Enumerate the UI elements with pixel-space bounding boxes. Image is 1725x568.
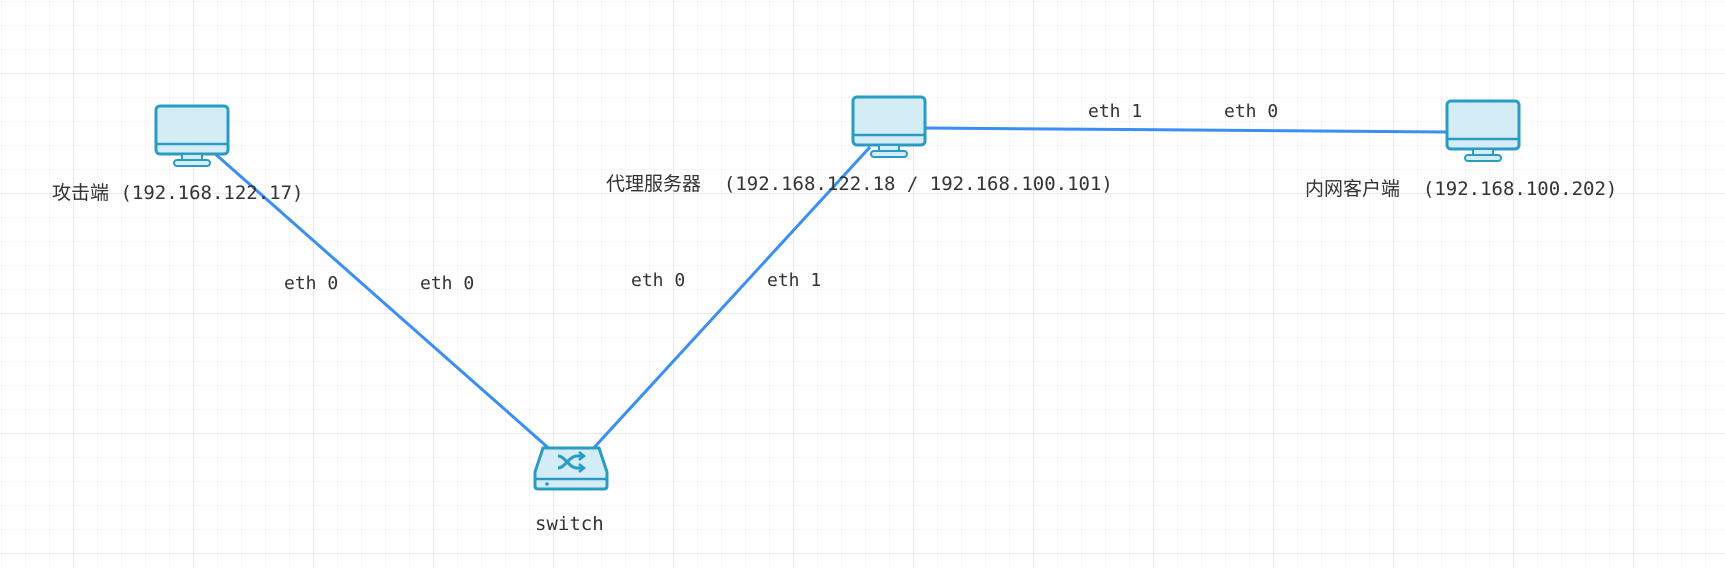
client-monitor-icon[interactable] bbox=[1445, 99, 1523, 167]
port-label-switch-eth0-a: eth 0 bbox=[420, 273, 475, 294]
client-ip: (192.168.100.202) bbox=[1422, 178, 1618, 200]
attacker-ip: (192.168.122.17) bbox=[120, 182, 304, 204]
link-proxy-client[interactable] bbox=[924, 126, 1447, 134]
proxy-label: 代理服务器 (192.168.122.18 / 192.168.100.101) bbox=[606, 169, 1113, 196]
links-layer bbox=[212, 126, 1447, 454]
port-label-client-eth0: eth 0 bbox=[1224, 101, 1279, 122]
attacker-label: 攻击端 (192.168.122.17) bbox=[52, 178, 304, 205]
proxy-name: 代理服务器 bbox=[606, 173, 702, 195]
port-label-proxy-eth1-b: eth 1 bbox=[1088, 101, 1143, 122]
port-label-switch-eth0-b: eth 0 bbox=[631, 270, 686, 291]
proxy-monitor-icon[interactable] bbox=[851, 95, 929, 163]
port-label-attacker-eth0: eth 0 bbox=[284, 273, 339, 294]
attacker-monitor-icon[interactable] bbox=[154, 104, 232, 172]
switch-label: switch bbox=[535, 513, 604, 535]
diagram-canvas: 攻击端 (192.168.122.17) 代理服务器 (192.168.122.… bbox=[0, 0, 1725, 568]
attacker-name: 攻击端 bbox=[52, 182, 110, 204]
port-label-proxy-eth1-a: eth 1 bbox=[767, 270, 822, 291]
switch-icon[interactable] bbox=[533, 446, 609, 492]
client-name: 内网客户端 bbox=[1305, 178, 1401, 200]
proxy-ip: (192.168.122.18 / 192.168.100.101) bbox=[723, 173, 1113, 195]
client-label: 内网客户端 (192.168.100.202) bbox=[1305, 174, 1617, 201]
